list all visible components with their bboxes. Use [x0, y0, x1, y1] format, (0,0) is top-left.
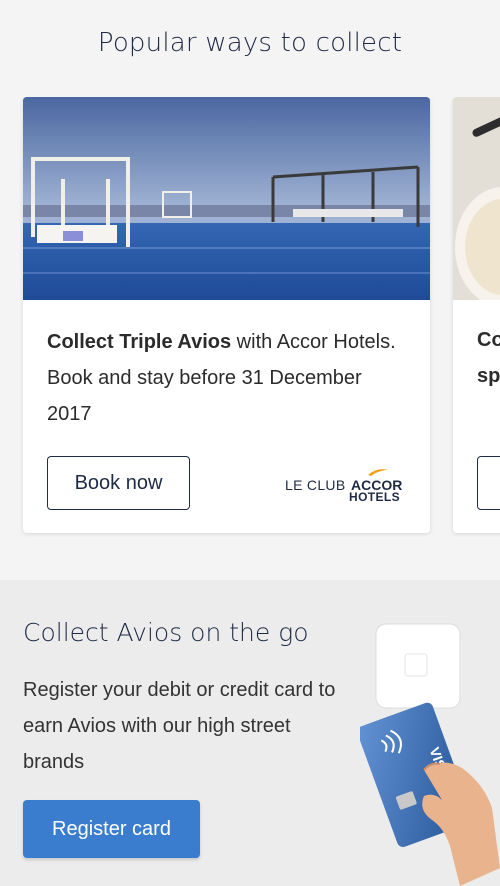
book-now-button[interactable]: Book now	[47, 456, 190, 510]
accor-swoosh-icon	[368, 469, 388, 476]
offer-card-accor[interactable]: Collect Triple Avios with Accor Hotels. …	[23, 97, 430, 533]
on-the-go-title: Collect Avios on the go	[23, 618, 309, 647]
offers-carousel[interactable]: Collect Triple Avios with Accor Hotels. …	[0, 97, 500, 537]
contactless-card-illustration: VISA	[357, 620, 500, 886]
next-offer-button[interactable]	[477, 456, 500, 510]
logo-le-club-text: LE CLUB	[285, 477, 346, 493]
offer-description: Collect Triple Avios with Accor Hotels. …	[47, 324, 406, 432]
page-title: Popular ways to collect	[97, 28, 403, 58]
collect-on-the-go-section: Collect Avios on the go Register your de…	[0, 580, 500, 886]
rooftop-pool-image	[23, 97, 430, 300]
offer-highlight: Collect Triple Avios	[47, 331, 232, 353]
le-club-accorhotels-logo: LE CLUB ACCOR HOTELS	[285, 467, 409, 507]
food-image	[453, 97, 500, 300]
logo-hotels-text: HOTELS	[349, 490, 401, 504]
next-offer-line1: Co	[477, 329, 500, 351]
on-the-go-description: Register your debit or credit card to ea…	[23, 679, 336, 773]
register-card-button[interactable]: Register card	[23, 800, 200, 858]
next-offer-line2: sp	[477, 365, 500, 387]
offer-card-next[interactable]: Co sp	[453, 97, 500, 533]
